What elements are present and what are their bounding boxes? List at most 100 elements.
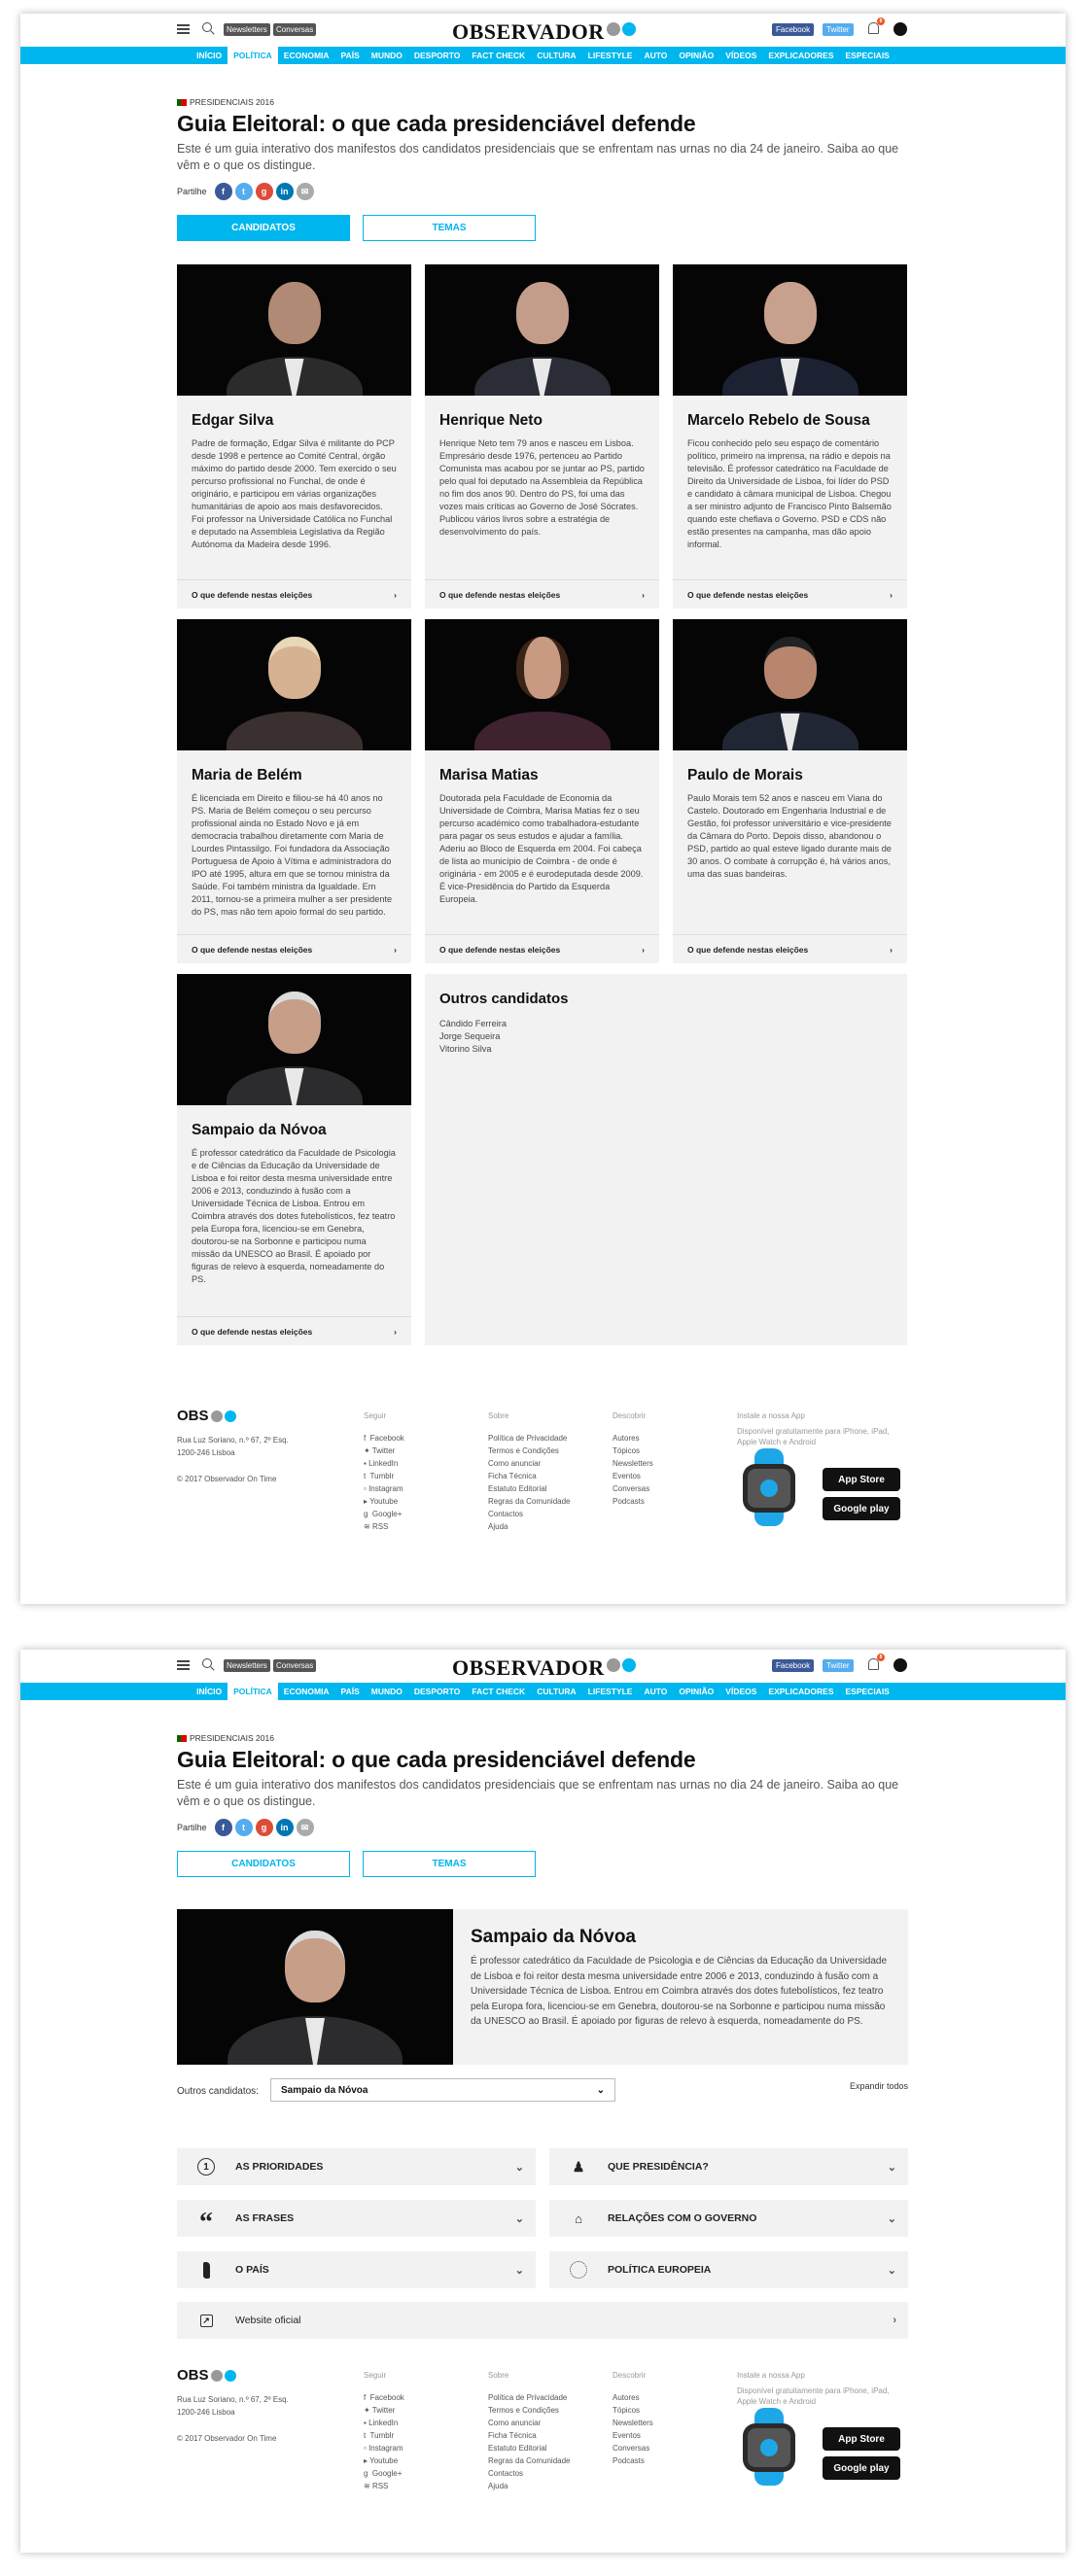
twitter-icon[interactable]: t [234, 1819, 253, 1836]
nav-item[interactable]: OPINIÃO [673, 1683, 719, 1700]
nav-item[interactable]: ESPECIAIS [840, 47, 895, 64]
linkedin-icon[interactable]: in [275, 183, 294, 200]
footer-link-youtube[interactable]: ▸ Youtube [364, 1495, 404, 1508]
twitter-button[interactable]: Twitter [823, 1659, 854, 1672]
footer-link[interactable]: Estatuto Editorial [488, 2442, 571, 2454]
google-play-badge[interactable]: Google play [823, 1497, 900, 1520]
nav-item-active[interactable]: POLÍTICA [228, 1683, 278, 1700]
footer-logo[interactable]: OBS [177, 1409, 289, 1423]
footer-link-tumblr[interactable]: t Tumblr [364, 2429, 404, 2442]
footer-link-facebook[interactable]: f Facebook [364, 1432, 404, 1445]
accordion-prioridades[interactable]: 1 AS PRIORIDADES ⌄ [177, 2148, 536, 2185]
menu-icon[interactable] [177, 24, 190, 34]
candidate-link[interactable]: O que defende nestas eleições › [177, 934, 411, 963]
footer-link[interactable]: Ficha Técnica [488, 1470, 571, 1482]
footer-link[interactable]: Eventos [613, 1470, 653, 1482]
footer-link[interactable]: Ficha Técnica [488, 2429, 571, 2442]
footer-logo[interactable]: OBS [177, 2368, 289, 2383]
candidate-card[interactable]: Marisa Matias Doutorada pela Faculdade d… [425, 619, 659, 963]
footer-link[interactable]: Estatuto Editorial [488, 1482, 571, 1495]
search-icon[interactable] [202, 1658, 212, 1668]
candidate-link[interactable]: O que defende nestas eleições › [177, 579, 411, 609]
google-play-badge[interactable]: Google play [823, 2456, 900, 2480]
candidate-link[interactable]: O que defende nestas eleições › [673, 934, 907, 963]
kicker-label[interactable]: PRESIDENCIAIS 2016 [190, 1733, 274, 1743]
twitter-button[interactable]: Twitter [823, 23, 854, 36]
tab-temas[interactable]: TEMAS [363, 215, 536, 241]
linkedin-icon[interactable]: in [275, 1819, 294, 1836]
candidate-card[interactable]: Marcelo Rebelo de Sousa Ficou conhecido … [673, 264, 907, 609]
expand-all-button[interactable]: Expandir todos [850, 2081, 908, 2091]
facebook-button[interactable]: Facebook [772, 1659, 815, 1672]
tab-candidatos[interactable]: CANDIDATOS [177, 215, 350, 241]
footer-link-rss[interactable]: ≋ RSS [364, 2480, 404, 2492]
footer-link[interactable]: Autores [613, 2391, 653, 2404]
footer-link[interactable]: Newsletters [613, 1457, 653, 1470]
footer-link[interactable]: Política de Privacidade [488, 2391, 571, 2404]
nav-item[interactable]: CULTURA [531, 1683, 581, 1700]
kicker-label[interactable]: PRESIDENCIAIS 2016 [190, 97, 274, 107]
candidate-link[interactable]: O que defende nestas eleições › [425, 934, 659, 963]
nav-item[interactable]: VÍDEOS [719, 47, 762, 64]
footer-link-linkedin[interactable]: ▪ LinkedIn [364, 1457, 404, 1470]
footer-link[interactable]: Conversas [613, 1482, 653, 1495]
nav-item[interactable]: ECONOMIA [278, 1683, 335, 1700]
bell-icon[interactable]: 8 [868, 17, 885, 34]
avatar[interactable] [893, 22, 907, 36]
footer-link[interactable]: Ajuda [488, 1520, 571, 1533]
footer-link[interactable]: Conversas [613, 2442, 653, 2454]
candidate-card[interactable]: Henrique Neto Henrique Neto tem 79 anos … [425, 264, 659, 609]
footer-link-tumblr[interactable]: t Tumblr [364, 1470, 404, 1482]
nav-item[interactable]: MUNDO [366, 47, 408, 64]
twitter-icon[interactable]: t [234, 183, 253, 200]
footer-link-instagram[interactable]: ▫ Instagram [364, 1482, 404, 1495]
footer-link-googleplus[interactable]: g Google+ [364, 2467, 404, 2480]
nav-item[interactable]: FACT CHECK [466, 47, 531, 64]
nav-item[interactable]: VÍDEOS [719, 1683, 762, 1700]
candidate-link[interactable]: O que defende nestas eleições › [177, 1316, 411, 1345]
footer-link[interactable]: Podcasts [613, 1495, 653, 1508]
footer-link[interactable]: Tópicos [613, 2404, 653, 2417]
nav-item[interactable]: ECONOMIA [278, 47, 335, 64]
email-icon[interactable]: ✉ [296, 183, 314, 200]
nav-item[interactable]: CULTURA [531, 47, 581, 64]
footer-link[interactable]: Como anunciar [488, 1457, 571, 1470]
email-icon[interactable]: ✉ [296, 1819, 314, 1836]
nav-item[interactable]: INÍCIO [191, 1683, 228, 1700]
footer-link-youtube[interactable]: ▸ Youtube [364, 2454, 404, 2467]
footer-link-linkedin[interactable]: ▪ LinkedIn [364, 2417, 404, 2429]
site-logo[interactable]: OBSERVADOR [452, 19, 605, 45]
accordion-pais[interactable]: O PAÍS ⌄ [177, 2251, 536, 2288]
nav-item[interactable]: DESPORTO [408, 47, 467, 64]
footer-link[interactable]: Como anunciar [488, 2417, 571, 2429]
footer-link[interactable]: Contactos [488, 1508, 571, 1520]
nav-item[interactable]: OPINIÃO [673, 47, 719, 64]
nav-item[interactable]: PAÍS [335, 47, 366, 64]
footer-link[interactable]: Contactos [488, 2467, 571, 2480]
candidate-card[interactable]: Maria de Belém É licenciada em Direito e… [177, 619, 411, 963]
nav-item[interactable]: INÍCIO [191, 47, 228, 64]
nav-item[interactable]: AUTO [638, 1683, 673, 1700]
google-plus-icon[interactable]: g [255, 183, 273, 200]
nav-item[interactable]: MUNDO [366, 1683, 408, 1700]
footer-link[interactable]: Termos e Condições [488, 1445, 571, 1457]
candidate-select[interactable]: Sampaio da Nóvoa ⌄ [270, 2078, 615, 2102]
footer-link[interactable]: Newsletters [613, 2417, 653, 2429]
candidate-link[interactable]: O que defende nestas eleições › [425, 579, 659, 609]
footer-link[interactable]: Podcasts [613, 2454, 653, 2467]
accordion-presidencia[interactable]: ♟ QUE PRESIDÊNCIA? ⌄ [549, 2148, 908, 2185]
candidate-link[interactable]: O que defende nestas eleições › [673, 579, 907, 609]
website-link[interactable]: ↗ Website oficial › [177, 2302, 908, 2339]
footer-link-googleplus[interactable]: g Google+ [364, 1508, 404, 1520]
conversas-link[interactable]: Conversas [273, 23, 317, 36]
accordion-frases[interactable]: “ AS FRASES ⌄ [177, 2200, 536, 2237]
tab-temas[interactable]: TEMAS [363, 1851, 536, 1877]
nav-item[interactable]: FACT CHECK [466, 1683, 531, 1700]
nav-item[interactable]: AUTO [638, 47, 673, 64]
footer-link-twitter[interactable]: ✦ Twitter [364, 2404, 404, 2417]
nav-item-active[interactable]: POLÍTICA [228, 47, 278, 64]
facebook-button[interactable]: Facebook [772, 23, 815, 36]
footer-link[interactable]: Regras da Comunidade [488, 1495, 571, 1508]
nav-item[interactable]: DESPORTO [408, 1683, 467, 1700]
footer-link-facebook[interactable]: f Facebook [364, 2391, 404, 2404]
